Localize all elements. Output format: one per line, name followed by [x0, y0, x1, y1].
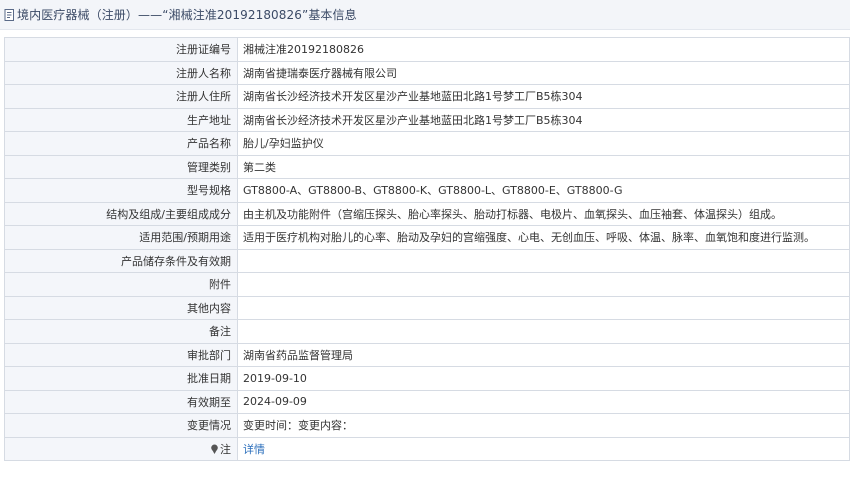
table-row: 适用范围/预期用途 适用于医疗机构对胎儿的心率、胎动及孕妇的宫缩强度、心电、无创血…	[4, 225, 850, 250]
row-label: 其他内容	[4, 295, 238, 320]
row-label: 变更情况	[4, 413, 238, 438]
table-row: 备注	[4, 319, 850, 344]
row-value: 适用于医疗机构对胎儿的心率、胎动及孕妇的宫缩强度、心电、无创血压、呼吸、体温、脉…	[237, 225, 850, 250]
details-link[interactable]: 详情	[243, 443, 265, 456]
row-value: 2019-09-10	[237, 366, 850, 391]
row-label: 型号规格	[4, 178, 238, 203]
row-value: 2024-09-09	[237, 389, 850, 414]
document-icon	[4, 8, 14, 21]
table-row: 审批部门 湖南省药品监督管理局	[4, 342, 850, 367]
row-value: 变更时间：变更内容：	[237, 413, 850, 438]
row-label: 审批部门	[4, 342, 238, 367]
row-label: 有效期至	[4, 389, 238, 414]
row-value: 湘械注准20192180826	[237, 37, 850, 62]
note-label: 注	[220, 442, 231, 456]
row-value: 第二类	[237, 154, 850, 179]
table-row: 结构及组成/主要组成成分 由主机及功能附件（宫缩压探头、胎心率探头、胎动打标器、电…	[4, 201, 850, 226]
table-row: 其他内容	[4, 295, 850, 320]
row-value: 湖南省长沙经济技术开发区星沙产业基地蓝田北路1号梦工厂B5栋304	[237, 107, 850, 132]
row-label: 结构及组成/主要组成成分	[4, 201, 238, 226]
table-row: 变更情况 变更时间：变更内容：	[4, 413, 850, 438]
info-table-body: 注册证编号 湘械注准20192180826 注册人名称 湖南省捷瑞泰医疗器械有限公司注…	[4, 37, 850, 461]
table-row: 注册人住所 湖南省长沙经济技术开发区星沙产业基地蓝田北路1号梦工厂B5栋304	[4, 84, 850, 109]
table-row: 批准日期 2019-09-10	[4, 366, 850, 391]
row-value: 湖南省长沙经济技术开发区星沙产业基地蓝田北路1号梦工厂B5栋304	[237, 84, 850, 109]
row-label: 批准日期	[4, 366, 238, 391]
row-label: 产品储存条件及有效期	[4, 248, 238, 273]
row-value: 胎儿/孕妇监护仪	[237, 131, 850, 156]
table-row: 附件	[4, 272, 850, 297]
note-label-cell: 注	[4, 436, 238, 461]
pin-icon	[211, 444, 218, 454]
table-row: 生产地址 湖南省长沙经济技术开发区星沙产业基地蓝田北路1号梦工厂B5栋304	[4, 107, 850, 132]
table-row: 产品储存条件及有效期	[4, 248, 850, 273]
row-value: 由主机及功能附件（宫缩压探头、胎心率探头、胎动打标器、电极片、血氧探头、血压袖套…	[237, 201, 850, 226]
table-row: 注册人名称 湖南省捷瑞泰医疗器械有限公司	[4, 60, 850, 85]
table-row-note: 注详情	[4, 436, 850, 461]
info-table: 注册证编号 湘械注准20192180826 注册人名称 湖南省捷瑞泰医疗器械有限公司注…	[4, 37, 850, 461]
table-row: 注册证编号 湘械注准20192180826	[4, 37, 850, 62]
row-value	[237, 272, 850, 297]
table-row: 管理类别 第二类	[4, 154, 850, 179]
table-row: 型号规格 GT8800-A、GT8800-B、GT8800-K、GT8800-L、…	[4, 178, 850, 203]
row-label: 附件	[4, 272, 238, 297]
row-value: 湖南省捷瑞泰医疗器械有限公司	[237, 60, 850, 85]
row-label: 备注	[4, 319, 238, 344]
table-row: 产品名称 胎儿/孕妇监护仪	[4, 131, 850, 156]
note-value-cell: 详情	[237, 436, 850, 461]
row-label: 适用范围/预期用途	[4, 225, 238, 250]
row-value	[237, 248, 850, 273]
row-value: GT8800-A、GT8800-B、GT8800-K、GT8800-L、GT88…	[237, 178, 850, 203]
row-label: 产品名称	[4, 131, 238, 156]
table-row: 有效期至 2024-09-09	[4, 389, 850, 414]
row-label: 注册证编号	[4, 37, 238, 62]
row-label: 管理类别	[4, 154, 238, 179]
page-header: 境内医疗器械（注册）——“湘械注准20192180826”基本信息	[0, 0, 850, 30]
page: 境内医疗器械（注册）——“湘械注准20192180826”基本信息 注册证编号湘…	[0, 0, 850, 481]
row-label: 注册人名称	[4, 60, 238, 85]
page-title: 境内医疗器械（注册）——“湘械注准20192180826”基本信息	[17, 8, 357, 22]
row-value: 湖南省药品监督管理局	[237, 342, 850, 367]
row-value	[237, 319, 850, 344]
row-label: 生产地址	[4, 107, 238, 132]
row-label: 注册人住所	[4, 84, 238, 109]
info-table-container: 注册证编号 湘械注准20192180826 注册人名称 湖南省捷瑞泰医疗器械有限公司注…	[4, 37, 850, 461]
row-value	[237, 295, 850, 320]
